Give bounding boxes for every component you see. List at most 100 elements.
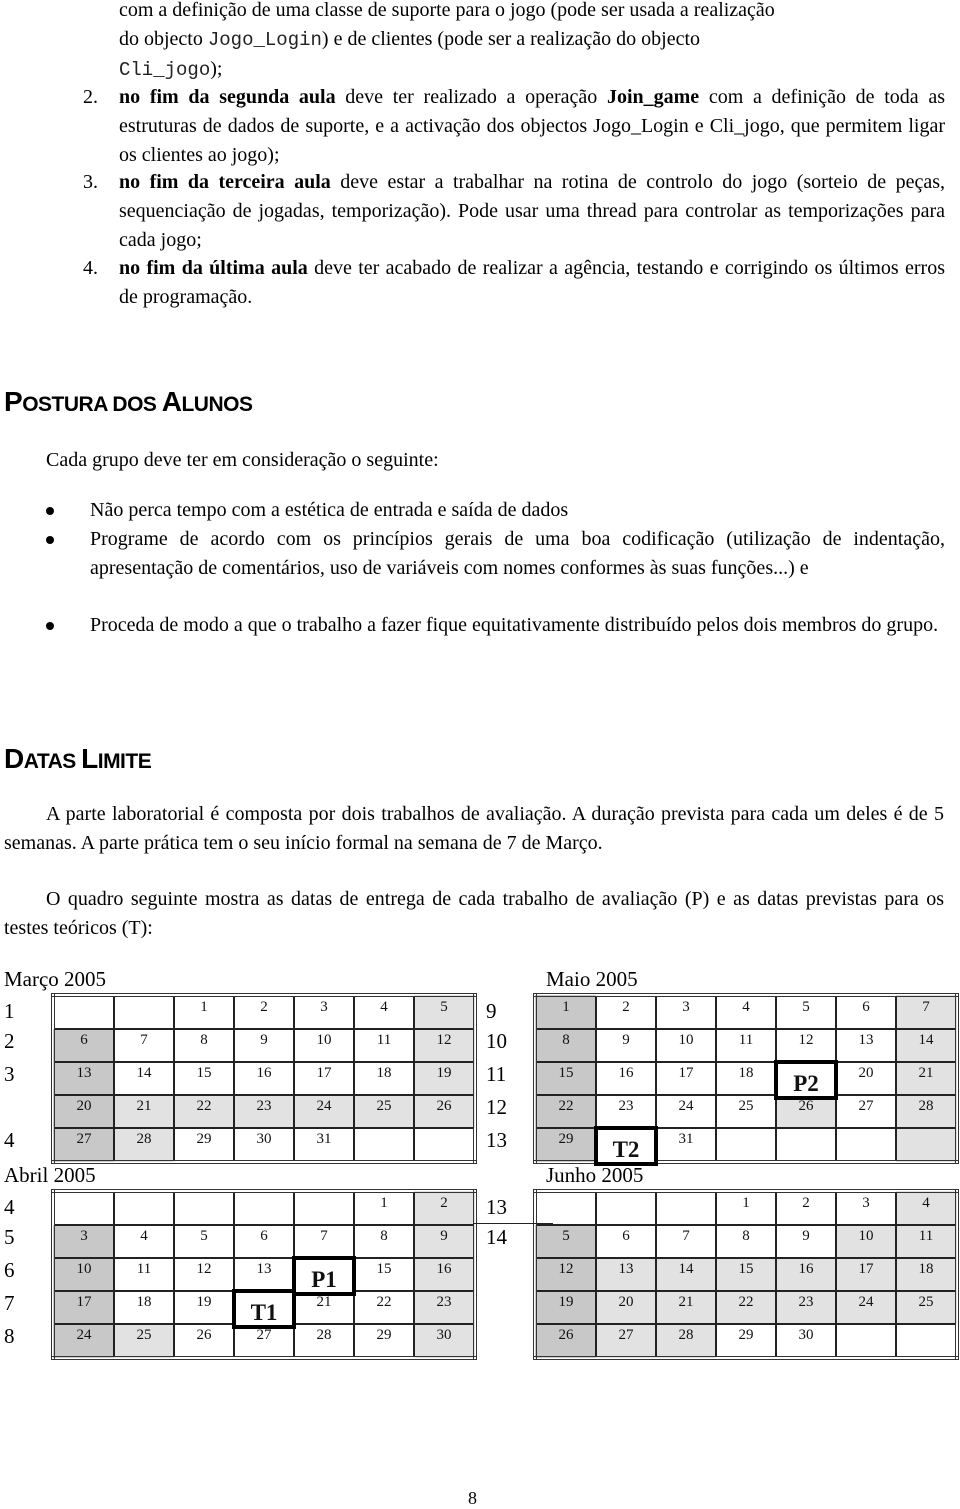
calendar-day: 11 <box>895 1224 958 1259</box>
calendar-day: 9 <box>595 1028 657 1063</box>
calendar-day: 14 <box>655 1257 717 1292</box>
calendar-day: 9 <box>413 1224 476 1259</box>
calendar-day: 7 <box>293 1224 355 1259</box>
day-number: 6 <box>80 1032 88 1048</box>
calendar-month-title: Maio 2005 <box>546 967 638 991</box>
deadline-marker: T1 <box>232 1289 296 1329</box>
list-item-2: no fim da segunda aula deve ter realizad… <box>119 83 945 170</box>
day-number: 29 <box>196 1131 212 1147</box>
day-number: 9 <box>440 1228 448 1244</box>
calendar-day: 20 <box>835 1061 897 1096</box>
day-number: 5 <box>802 999 810 1015</box>
heading-part: ATAS <box>23 750 82 773</box>
day-number: 1 <box>380 1195 388 1211</box>
calendar-day: 9 <box>775 1224 837 1259</box>
day-number: 14 <box>136 1065 152 1081</box>
calendar-day: 29 <box>173 1127 235 1163</box>
day-number: 15 <box>196 1065 212 1081</box>
calendar-day: 3 <box>655 994 717 1030</box>
day-number: 12 <box>196 1261 212 1277</box>
day-number: 23 <box>798 1294 814 1310</box>
calendar-day: 30 <box>233 1127 295 1163</box>
calendar-day <box>353 1127 415 1163</box>
calendar-day: 15 <box>534 1061 597 1096</box>
calendar-day: 25 <box>715 1094 777 1129</box>
day-number: 11 <box>738 1032 754 1048</box>
calendar-day: 21 <box>113 1094 175 1129</box>
day-number: 22 <box>738 1294 754 1310</box>
week-number-label: 8 <box>4 1324 15 1348</box>
bullet-item-2: Programe de acordo com os princípios ger… <box>90 528 945 579</box>
day-number: 27 <box>858 1098 874 1114</box>
day-number: 3 <box>80 1228 88 1244</box>
day-number: 10 <box>858 1228 874 1244</box>
day-number: 16 <box>256 1065 272 1081</box>
calendar-day: 7 <box>895 994 958 1030</box>
code-jogo-login: Jogo_Login <box>207 29 322 51</box>
calendar-day: 12 <box>173 1257 235 1292</box>
calendar-day: 3 <box>293 994 355 1030</box>
calendar-day: 23 <box>233 1094 295 1129</box>
calendar-day: 12 <box>534 1257 597 1292</box>
calendar-day: 27 <box>595 1323 657 1359</box>
day-number: 28 <box>918 1098 934 1114</box>
calendar-day: 7 <box>113 1028 175 1063</box>
calendar-day: 18 <box>895 1257 958 1292</box>
list-item-2-bold-2: Join_game <box>606 86 700 108</box>
calendar-day <box>655 1190 717 1226</box>
calendar-day: 1 <box>715 1190 777 1226</box>
calendar-day: 22 <box>715 1290 777 1325</box>
day-number: 25 <box>136 1327 152 1343</box>
calendar-day: 9 <box>233 1028 295 1063</box>
day-number: 18 <box>136 1294 152 1310</box>
calendar-day: 3 <box>52 1224 115 1259</box>
calendar-week-row: 10 11 12 13 P114 15 16 <box>52 1256 476 1296</box>
calendar-table: 1 2 3 4 5 6 7 8 9 10 11 12 13 14 15 16 17 18 19 20 21 22 23 24 2… <box>533 1189 959 1360</box>
calendar-day: 2 <box>413 1190 476 1226</box>
calendar-day <box>895 1127 958 1163</box>
calendar-day: 23 <box>775 1290 837 1325</box>
day-number: 29 <box>558 1131 574 1147</box>
calendar-day <box>413 1127 476 1163</box>
calendar-week-row: 26 27 28 29 30 <box>534 1323 958 1359</box>
day-number: 15 <box>376 1261 392 1277</box>
day-number: 22 <box>196 1098 212 1114</box>
calendar-day: 28 <box>293 1323 355 1359</box>
list-item-3: no fim da terceira aula deve estar a tra… <box>119 168 945 255</box>
calendar-day: 21 <box>895 1061 958 1096</box>
calendar-day: 6 <box>52 1028 115 1063</box>
day-number: 13 <box>858 1032 874 1048</box>
day-number: 20 <box>76 1098 92 1114</box>
heading-part: OSTURA DOS <box>22 393 162 416</box>
list-item-3-bold: no fim da terceira aula <box>119 171 331 193</box>
week-number-label: 10 <box>486 1029 507 1053</box>
calendar-day: 24 <box>52 1323 115 1359</box>
day-number: 4 <box>380 999 388 1015</box>
calendar-day: 13 <box>835 1028 897 1063</box>
day-number: 23 <box>436 1294 452 1310</box>
calendar-day: 11 <box>715 1028 777 1063</box>
calendar-day: 29 <box>353 1323 415 1359</box>
heading-part: L <box>81 743 98 774</box>
calendar-day: 13 <box>52 1061 115 1096</box>
day-number: 22 <box>376 1294 392 1310</box>
calendar-day: 15 <box>173 1061 235 1096</box>
calendar-day-marked: T120 <box>232 1289 296 1329</box>
day-number: 6 <box>862 999 870 1015</box>
calendar-day: 12 <box>775 1028 837 1063</box>
calendar-day: 25 <box>113 1323 175 1359</box>
bullet-item-1: Não perca tempo com a estética de entrad… <box>90 499 569 521</box>
day-number: 15 <box>738 1261 754 1277</box>
day-number: 20 <box>618 1294 634 1310</box>
calendar-day <box>895 1323 958 1359</box>
calendar-day: 21 <box>655 1290 717 1325</box>
calendar-week-row: 8 9 10 11 12 13 14 <box>534 1028 958 1063</box>
day-number: 24 <box>858 1294 874 1310</box>
day-number: 29 <box>738 1327 754 1343</box>
list-number-3: 3. <box>83 171 98 193</box>
list-item-4-bold: no fim da última aula <box>119 257 308 279</box>
calendar-day: 4 <box>113 1224 175 1259</box>
calendar-day <box>835 1323 897 1359</box>
datas-paragraph-1: A parte laboratorial é composta por dois… <box>4 803 944 854</box>
day-number: 2 <box>440 1195 448 1211</box>
